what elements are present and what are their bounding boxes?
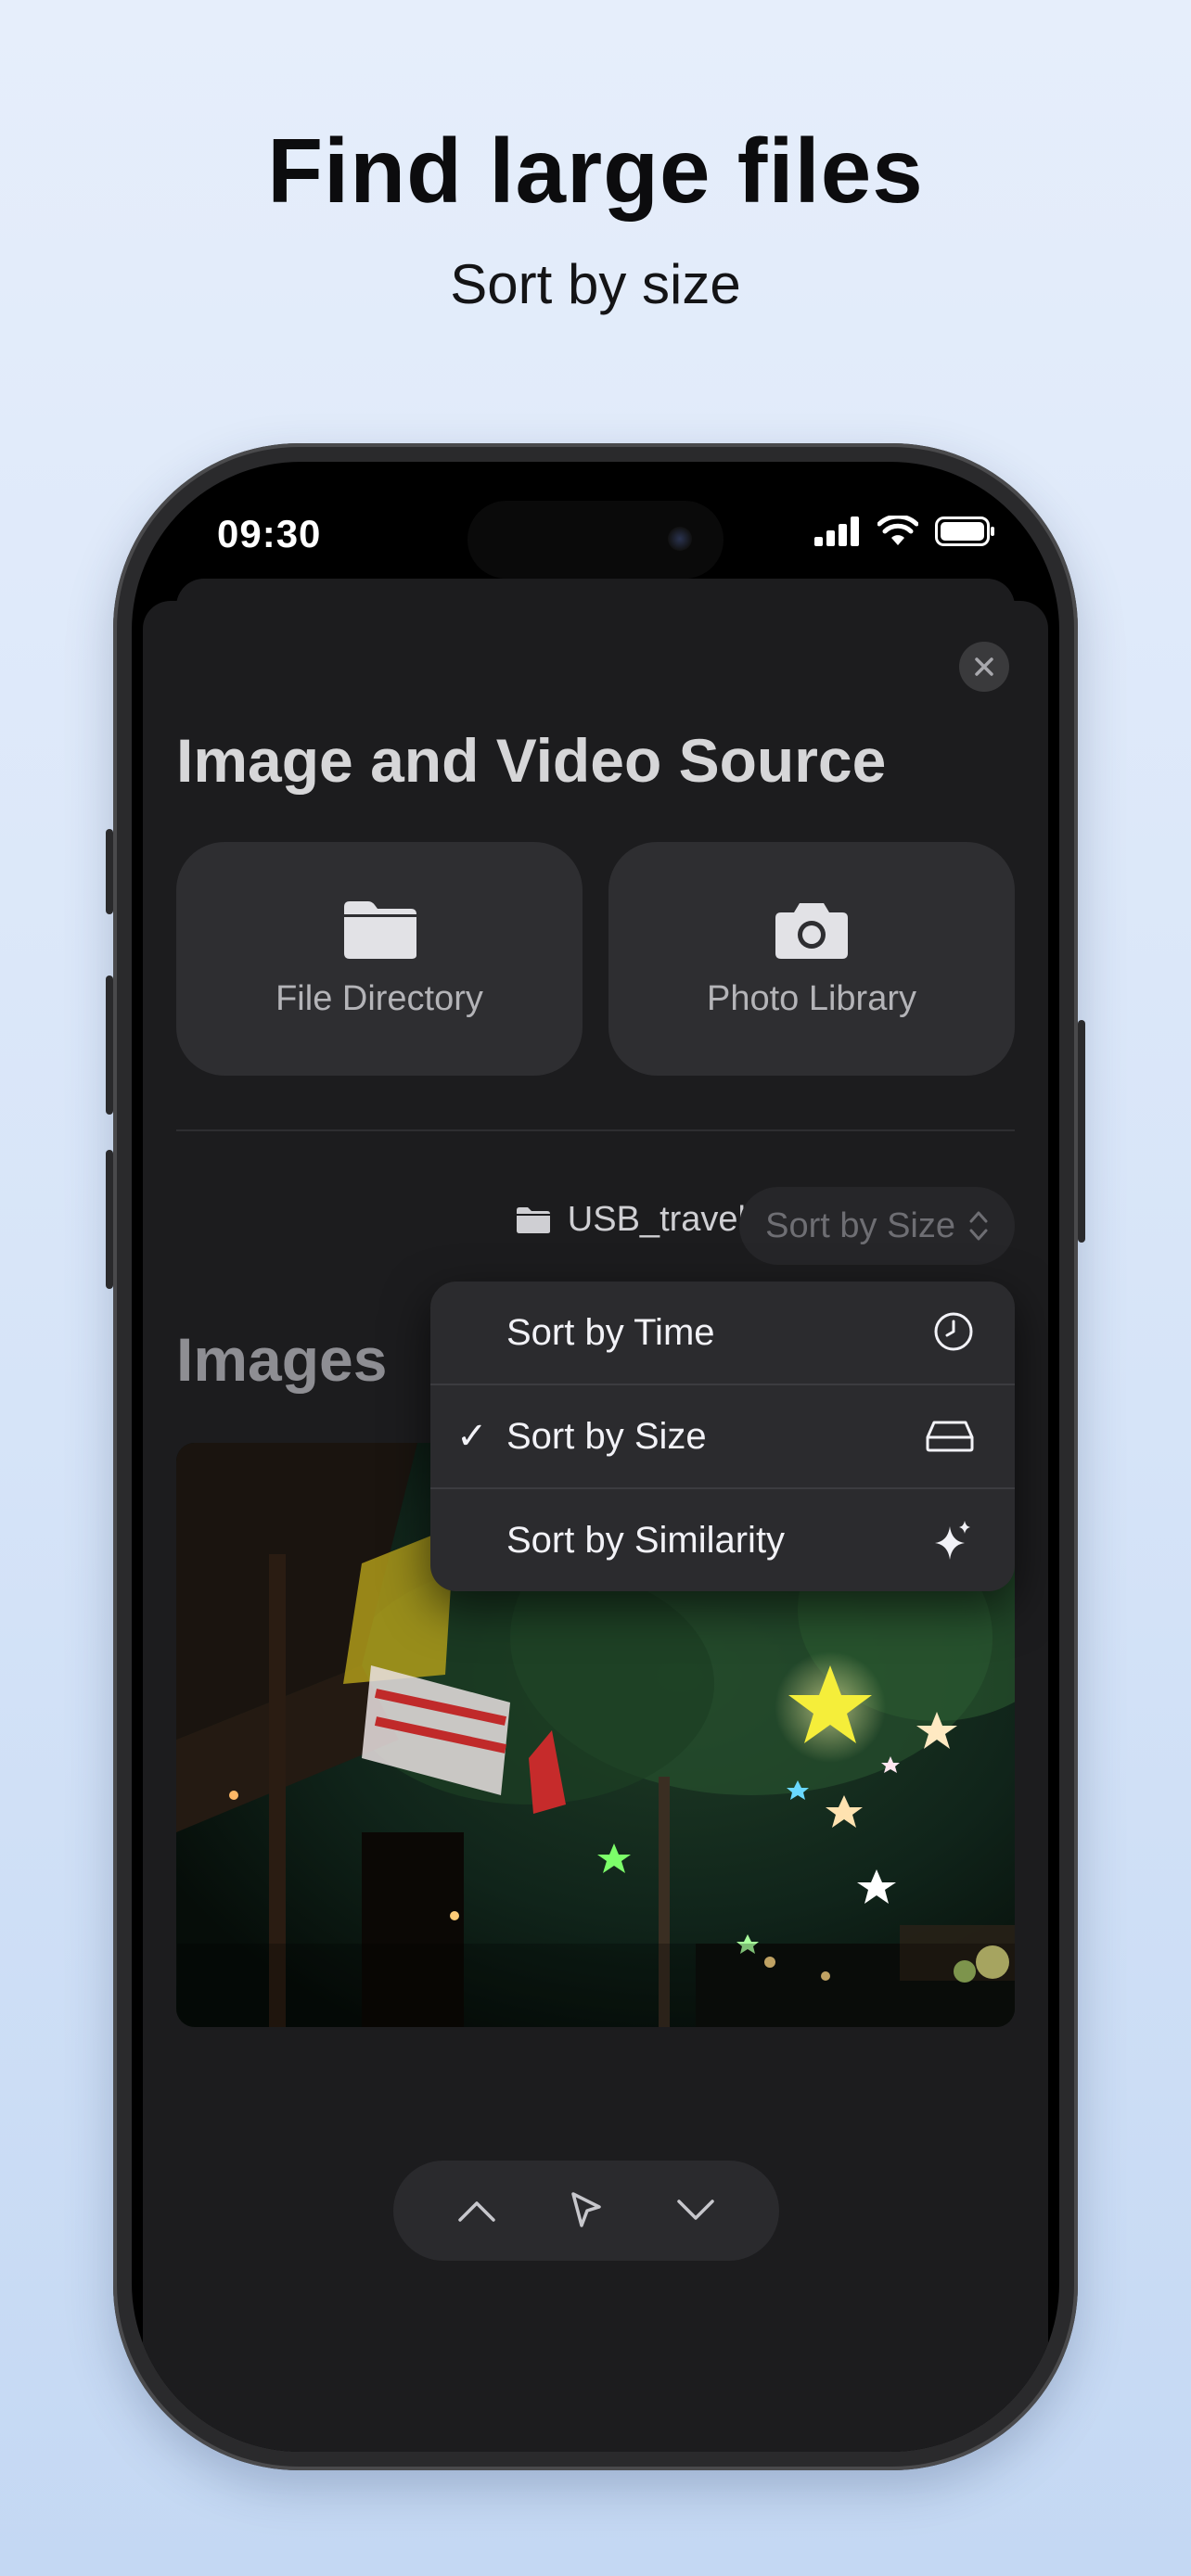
close-icon <box>975 657 993 676</box>
chevron-down-icon[interactable] <box>675 2198 716 2224</box>
cellular-signal-icon <box>814 516 859 546</box>
status-icons <box>814 516 996 547</box>
photo-library-button[interactable]: Photo Library <box>608 842 1015 1076</box>
pointer-icon[interactable] <box>568 2190 605 2231</box>
sheet-title: Image and Video Source <box>176 726 887 795</box>
camera-lens <box>668 527 692 551</box>
clock-icon <box>934 1312 973 1351</box>
bottom-navigation-bar <box>393 2161 779 2261</box>
images-section-heading: Images <box>176 1325 388 1394</box>
camera-icon <box>775 902 848 959</box>
chevron-up-down-icon <box>969 1211 988 1241</box>
current-folder[interactable]: USB_travel <box>516 1200 746 1240</box>
status-time: 09:30 <box>217 512 322 555</box>
folder-name: USB_travel <box>567 1200 746 1239</box>
drive-icon <box>926 1421 974 1452</box>
sort-by-similarity-label: Sort by Similarity <box>506 1519 786 1561</box>
folder-icon <box>516 1206 550 1233</box>
battery-icon <box>935 516 994 546</box>
promo-headline: Find large files <box>267 120 924 222</box>
sort-by-size-option[interactable]: ✓ Sort by Size <box>430 1385 1015 1489</box>
sort-menu: Sort by Time ✓ Sort by Size Sort by Simi… <box>430 1282 1015 1591</box>
phone-screen: 09:30 Image and Video Source File Direct… <box>132 462 1059 2452</box>
close-button[interactable] <box>959 642 1009 692</box>
sort-by-time-label: Sort by Time <box>506 1311 715 1353</box>
sort-button-label: Sort by Size <box>765 1205 955 1245</box>
file-directory-label: File Directory <box>275 978 483 1018</box>
file-directory-button[interactable]: File Directory <box>176 842 583 1076</box>
dynamic-island <box>467 501 724 579</box>
photo-library-label: Photo Library <box>706 978 916 1018</box>
sparkles-icon <box>935 1521 970 1560</box>
checkmark-icon: ✓ <box>456 1416 488 1457</box>
sort-by-size-label: Sort by Size <box>506 1415 707 1457</box>
sort-by-time-option[interactable]: Sort by Time <box>430 1282 1015 1385</box>
promo-subheadline: Sort by size <box>450 253 741 315</box>
chevron-up-icon[interactable] <box>456 2198 497 2224</box>
phone-frame: 09:30 Image and Video Source File Direct… <box>106 443 1085 2470</box>
folder-icon <box>344 900 416 959</box>
wifi-icon <box>877 516 918 545</box>
sort-by-similarity-option[interactable]: Sort by Similarity <box>430 1489 1015 1591</box>
divider <box>176 1129 1015 1131</box>
sort-button[interactable]: Sort by Size <box>739 1187 1015 1265</box>
